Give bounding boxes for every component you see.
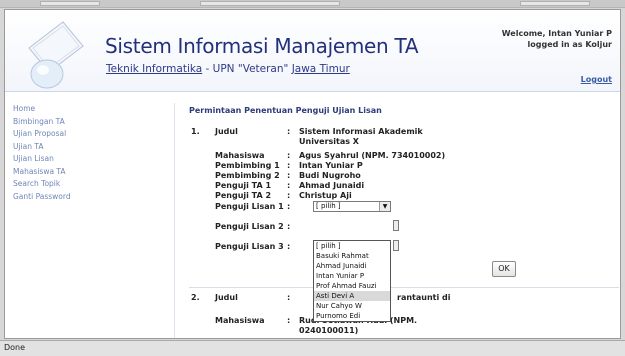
dropdown-option[interactable]: Nur Cahyo W [314, 301, 390, 311]
dept-link[interactable]: Teknik Informatika [106, 63, 202, 75]
penguji-lisan1-label: Penguji Lisan 1 [215, 202, 284, 211]
dropdown-option[interactable]: Purnomo Edi [314, 311, 390, 321]
colon: : [287, 191, 291, 200]
judul-value: rantaunti di [397, 293, 451, 302]
mahasiswa-label: Mahasiswa [215, 151, 265, 160]
penguji-ta2-value: Christup Aji [299, 191, 352, 200]
main-content: Permintaan Penentuan Penguji Ujian Lisan… [189, 106, 619, 338]
pembimbing2-label: Pembimbing 2 [215, 171, 280, 180]
site-logo-icon [28, 21, 84, 89]
mahasiswa-label: Mahasiswa [215, 316, 265, 325]
colon: : [287, 127, 291, 136]
dropdown-option[interactable]: [ pilih ] [314, 241, 390, 251]
browser-status-bar: Done [0, 340, 625, 356]
colon: : [287, 222, 291, 231]
site-header: Sistem Informasi Manajemen TA Teknik Inf… [5, 10, 620, 92]
judul-label: Judul [215, 293, 238, 302]
penguji-ta2-label: Penguji TA 2 [215, 191, 272, 200]
penguji-ta1-value: Ahmad Junaidi [299, 181, 365, 190]
site-title: Sistem Informasi Manajemen TA [105, 34, 419, 58]
penguji-lisan2-select[interactable] [393, 220, 399, 231]
sidebar-item-ujian-lisan[interactable]: Ujian Lisan [5, 153, 174, 166]
site-subtitle: Teknik Informatika - UPN "Veteran" Jawa … [106, 63, 350, 75]
pembimbing2-value: Budi Nugroho [299, 171, 361, 180]
penguji-ta1-label: Penguji TA 1 [215, 181, 272, 190]
logout-link[interactable]: Logout [581, 75, 612, 84]
browser-address-bar[interactable] [200, 1, 340, 6]
pembimbing1-label: Pembimbing 1 [215, 161, 280, 170]
sidebar-item-ujian-proposal[interactable]: Ujian Proposal [5, 128, 174, 141]
dropdown-option[interactable]: Intan Yuniar P [314, 271, 390, 281]
penguji-lisan1-select[interactable]: [ pilih ] ▼ [313, 201, 391, 212]
penguji-lisan3-label: Penguji Lisan 3 [215, 242, 284, 251]
sidebar-item-home[interactable]: Home [5, 103, 174, 116]
chevron-down-icon[interactable]: ▼ [379, 202, 390, 211]
penguji-dropdown-list[interactable]: [ pilih ] Basuki Rahmat Ahmad Junaidi In… [313, 240, 391, 322]
browser-tab[interactable] [40, 1, 100, 6]
sidebar-menu: Home Bimbingan TA Ujian Proposal Ujian T… [5, 103, 175, 338]
penguji-lisan3-select[interactable] [393, 240, 399, 251]
penguji-lisan2-label: Penguji Lisan 2 [215, 222, 284, 231]
dropdown-option[interactable]: Prof Ahmad Fauzi [314, 281, 390, 291]
colon: : [287, 181, 291, 190]
ok-button[interactable]: OK [492, 261, 516, 277]
sidebar-item-search-topik[interactable]: Search Topik [5, 178, 174, 191]
browser-toolbar [0, 0, 625, 8]
web-page: Sistem Informasi Manajemen TA Teknik Inf… [4, 9, 621, 339]
record-divider [189, 287, 619, 288]
sidebar-item-ujian-ta[interactable]: Ujian TA [5, 141, 174, 154]
sidebar-item-bimbingan-ta[interactable]: Bimbingan TA [5, 116, 174, 129]
mahasiswa-value: Agus Syahrul (NPM. 734010002) [299, 151, 446, 160]
welcome-text: Welcome, Intan Yuniar P logged in as Kol… [412, 28, 612, 50]
dropdown-option[interactable]: Basuki Rahmat [314, 251, 390, 261]
region-link[interactable]: Jawa Timur [292, 63, 350, 75]
status-text: Done [4, 343, 26, 352]
browser-search-bar[interactable] [520, 1, 590, 6]
colon: : [287, 151, 291, 160]
sidebar-item-ganti-password[interactable]: Ganti Password [5, 191, 174, 204]
judul-value: Sistem Informasi Akademik Universitas X [299, 127, 423, 146]
colon: : [287, 293, 291, 302]
colon: : [287, 242, 291, 251]
welcome-role: logged in as Koljur [527, 40, 612, 49]
dropdown-option[interactable]: Ahmad Junaidi [314, 261, 390, 271]
record-number: 1. [191, 127, 200, 136]
penguji-lisan1-selected: [ pilih ] [316, 202, 341, 210]
pembimbing1-value: Intan Yuniar P [299, 161, 363, 170]
subtitle-middle: - UPN "Veteran" [202, 63, 292, 75]
colon: : [287, 316, 291, 325]
dropdown-option-highlighted[interactable]: Asti Devi A [314, 291, 390, 301]
record-number: 2. [191, 293, 200, 302]
colon: : [287, 161, 291, 170]
colon: : [287, 202, 291, 211]
sidebar-item-mahasiswa-ta[interactable]: Mahasiswa TA [5, 166, 174, 179]
welcome-user: Welcome, Intan Yuniar P [501, 29, 612, 38]
judul-label: Judul [215, 127, 238, 136]
page-title: Permintaan Penentuan Penguji Ujian Lisan [189, 106, 382, 115]
colon: : [287, 171, 291, 180]
